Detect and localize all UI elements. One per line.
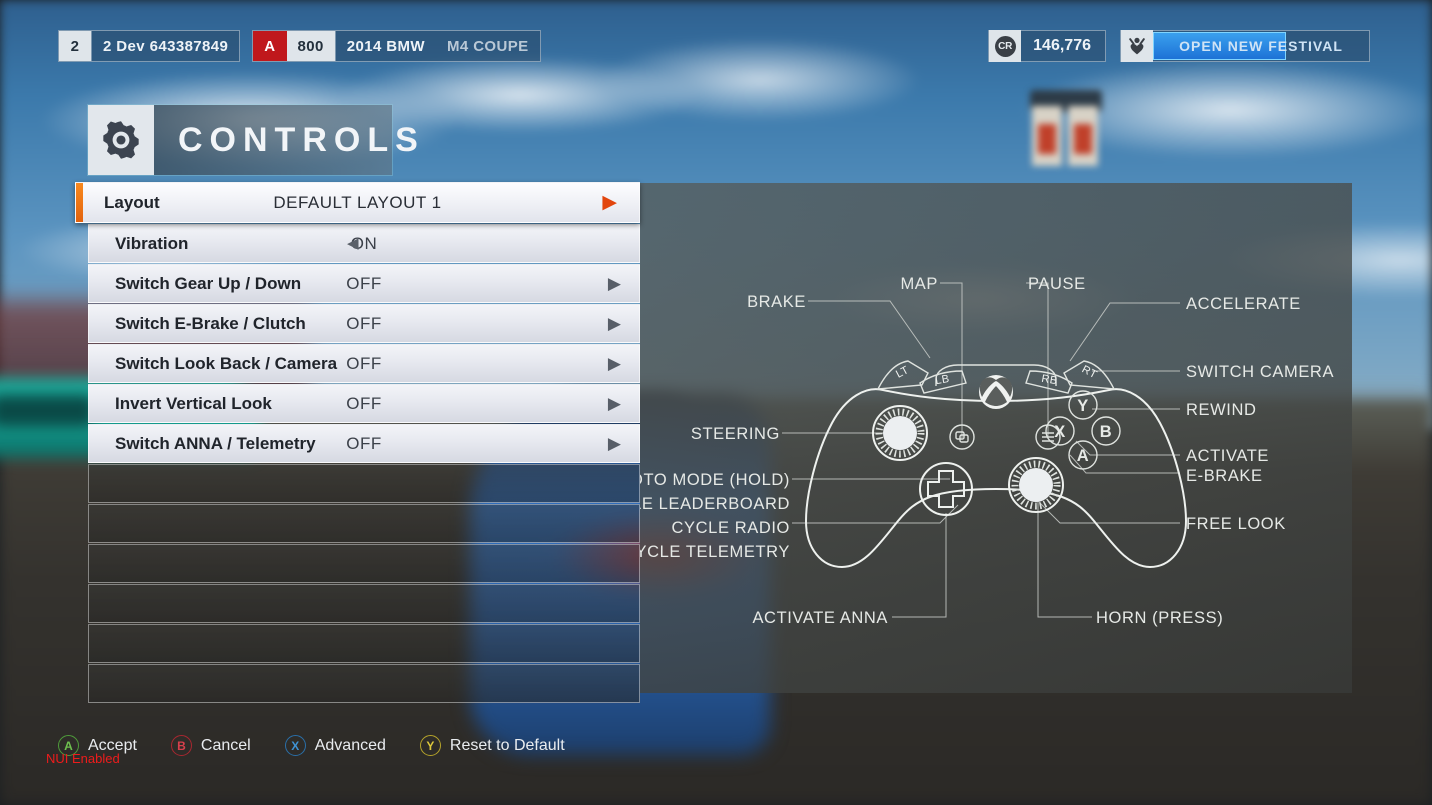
- settings-row-label: Switch Gear Up / Down: [115, 273, 302, 293]
- button-b-label: B: [1100, 423, 1113, 441]
- button-prompt-label: Cancel: [200, 736, 251, 754]
- page-title-container: CONTROLS: [154, 105, 418, 175]
- button-prompt[interactable]: X Advanced: [284, 735, 386, 756]
- page-title: CONTROLS: [178, 120, 425, 159]
- callout-ebrake: E-BRAKE: [1186, 467, 1263, 485]
- credits-festival-chips: CR 146,776 OPEN NEW FESTIVAL: [988, 30, 1370, 62]
- settings-row-label: Switch ANNA / Telemetry: [115, 433, 316, 453]
- player-car-chips: 2 2 Dev 643387849 A 800 2014 BMW M4 COUP…: [58, 30, 541, 62]
- chevron-right-icon[interactable]: ▶: [608, 395, 621, 412]
- settings-row-empty: [88, 624, 640, 663]
- car-class-letter: A: [253, 31, 287, 61]
- button-y-icon: Y: [419, 735, 441, 756]
- callout-toggle-leaderboard: TOGGLE LEADERBOARD: [640, 495, 790, 513]
- game-screen: 2 2 Dev 643387849 A 800 2014 BMW M4 COUP…: [0, 0, 1432, 805]
- button-prompt[interactable]: Y Reset to Default: [419, 735, 565, 756]
- top-status-bar: 2 2 Dev 643387849 A 800 2014 BMW M4 COUP…: [0, 0, 1432, 72]
- button-x-label: X: [1054, 423, 1066, 441]
- settings-row[interactable]: Layout DEFAULT LAYOUT 1 ▶: [75, 182, 640, 223]
- settings-row[interactable]: Switch E-Brake / Clutch OFF ▶: [88, 304, 640, 343]
- callout-pause: PAUSE: [1028, 275, 1086, 293]
- controller-diagram-panel: LT LB RT RB Y X B A BRAKE STEERING MAP P…: [640, 183, 1352, 693]
- chevron-left-icon[interactable]: ◀: [347, 236, 359, 251]
- face-buttons: Y X B A: [1045, 390, 1121, 470]
- settings-row-label: Vibration: [115, 233, 189, 253]
- player-level: 2: [59, 31, 91, 61]
- chevron-right-icon[interactable]: ▶: [608, 315, 621, 332]
- car-model: M4 COUPE: [446, 37, 529, 55]
- controller-diagram: LT LB RT RB Y X B A BRAKE STEERING MAP P…: [640, 275, 1334, 627]
- button-prompt[interactable]: B Cancel: [170, 735, 251, 756]
- settings-row-empty: [88, 464, 640, 503]
- credits-icon: CR: [989, 30, 1022, 62]
- settings-row[interactable]: Invert Vertical Look OFF ▶: [88, 384, 640, 423]
- button-y-label: Y: [1077, 397, 1089, 415]
- player-gamertag: 2 Dev 643387849: [103, 37, 229, 55]
- settings-row-label: Invert Vertical Look: [115, 393, 272, 413]
- callout-cycle-radio: CYCLE RADIO: [672, 519, 790, 537]
- settings-row-empty: [88, 664, 640, 703]
- settings-row-empty: [88, 544, 640, 583]
- callout-free-look: FREE LOOK: [1186, 515, 1286, 533]
- button-b-icon: B: [170, 735, 192, 756]
- button-x-icon: X: [284, 735, 306, 756]
- settings-row[interactable]: Vibration ON ◀: [88, 224, 640, 263]
- button-prompt-label: Advanced: [314, 736, 386, 754]
- settings-row-label: Switch Look Back / Camera: [115, 353, 338, 373]
- dpad: [919, 462, 973, 516]
- settings-row[interactable]: Switch Look Back / Camera OFF ▶: [88, 344, 640, 383]
- settings-row-empty: [88, 504, 640, 543]
- button-prompt-label: Reset to Default: [449, 736, 565, 754]
- chevron-right-icon[interactable]: ▶: [608, 355, 621, 372]
- player-chip[interactable]: 2 2 Dev 643387849: [58, 30, 241, 62]
- settings-row-value: DEFAULT LAYOUT 1: [273, 192, 442, 212]
- callout-map: MAP: [900, 275, 938, 293]
- button-a-label: A: [1077, 447, 1090, 465]
- festival-label: OPEN NEW FESTIVAL: [1179, 38, 1343, 54]
- view-menu-buttons: [949, 424, 1061, 450]
- callout-photo-mode: PHOTO MODE (HOLD): [640, 471, 790, 489]
- settings-row-label: Switch E-Brake / Clutch: [115, 313, 306, 333]
- background-teal-car-window: [0, 395, 95, 427]
- chevron-right-icon[interactable]: ▶: [602, 193, 617, 212]
- car-performance-index: 800: [286, 31, 335, 61]
- callout-labels: BRAKE STEERING MAP PAUSE ACCELERATE SWIT…: [640, 275, 1334, 627]
- callout-steering: STEERING: [691, 425, 780, 443]
- open-new-festival-button[interactable]: OPEN NEW FESTIVAL: [1120, 30, 1370, 62]
- lb-label: LB: [934, 373, 950, 387]
- callout-activate: ACTIVATE: [1186, 447, 1269, 465]
- callout-horn: HORN (PRESS): [1096, 609, 1223, 627]
- chevron-right-icon[interactable]: ▶: [608, 275, 621, 292]
- lt-label: LT: [894, 364, 911, 381]
- nui-debug-text: NUI Enabled: [46, 751, 120, 766]
- background-festival-tower: [1026, 88, 1108, 166]
- xbox-guide-button: [979, 375, 1013, 409]
- right-stick: [1008, 457, 1064, 513]
- settings-row[interactable]: Switch Gear Up / Down OFF ▶: [88, 264, 640, 303]
- settings-row[interactable]: Switch ANNA / Telemetry OFF ▶: [88, 424, 640, 463]
- button-prompt-bar: A Accept B Cancel X Advanced Y Reset to Default: [58, 735, 599, 756]
- callout-cycle-telemetry: CYCLE TELEMETRY: [640, 543, 790, 561]
- callout-accelerate: ACCELERATE: [1186, 295, 1301, 313]
- rb-label: RB: [1040, 373, 1058, 388]
- callout-brake: BRAKE: [747, 293, 806, 311]
- settings-row-empty: [88, 584, 640, 623]
- callout-rewind: REWIND: [1186, 401, 1257, 419]
- credits-amount: 146,776: [1033, 37, 1091, 54]
- car-year-make: 2014 BMW: [346, 37, 425, 55]
- gear-icon: [88, 105, 154, 175]
- page-header: CONTROLS: [88, 105, 418, 175]
- callout-activate-anna: ACTIVATE ANNA: [752, 609, 888, 627]
- settings-list: Layout DEFAULT LAYOUT 1 ▶ Vibration ON ◀ Switc…: [75, 182, 640, 704]
- settings-row-label: Layout: [104, 192, 160, 212]
- chevron-right-icon[interactable]: ▶: [608, 435, 621, 452]
- callout-switch-camera: SWITCH CAMERA: [1186, 363, 1334, 381]
- credits-chip[interactable]: CR 146,776: [988, 30, 1106, 62]
- left-stick: [872, 405, 928, 461]
- car-chip[interactable]: A 800 2014 BMW M4 COUPE: [252, 30, 541, 62]
- festival-icon: [1121, 30, 1153, 62]
